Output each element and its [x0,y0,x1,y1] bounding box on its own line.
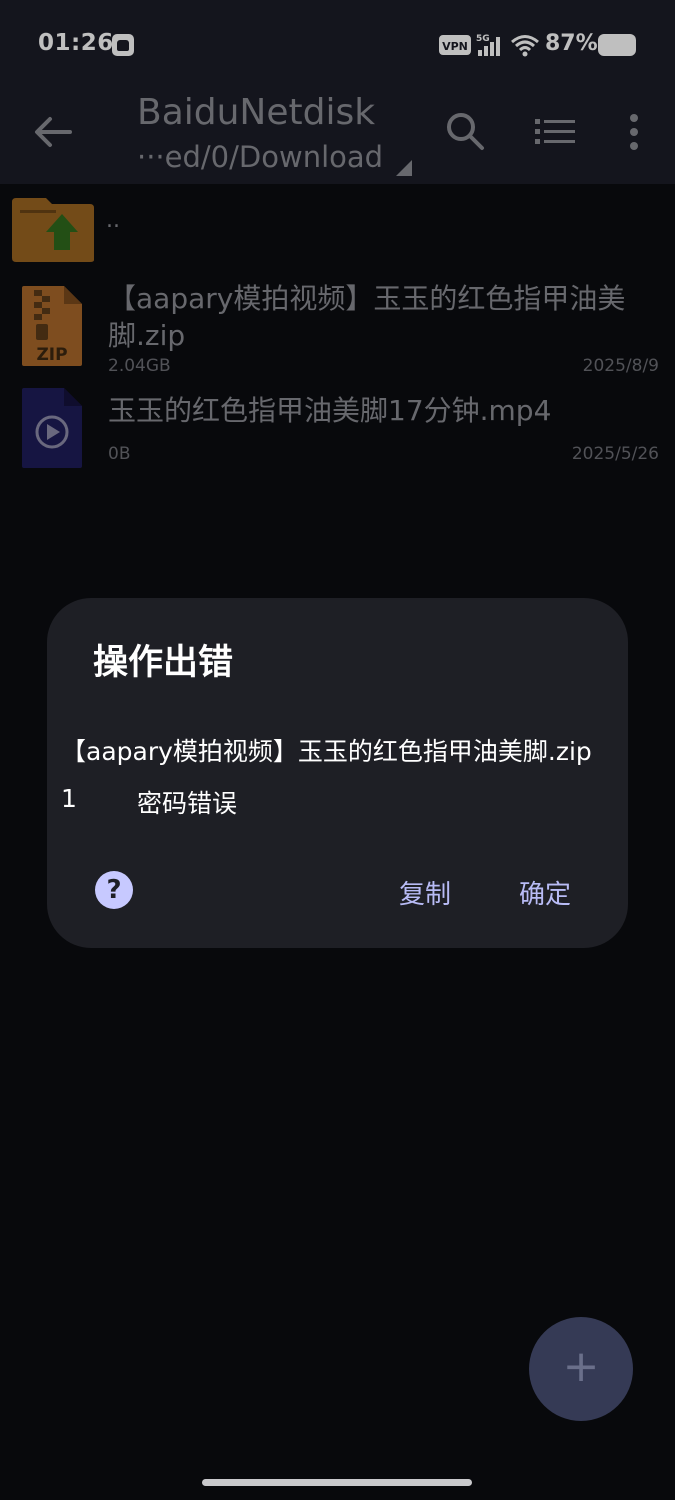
home-indicator[interactable] [202,1479,472,1486]
help-icon[interactable]: ? [95,871,133,909]
dialog-title: 操作出错 [93,643,234,683]
ok-button[interactable]: 确定 [519,874,571,911]
plus-icon: + [562,1341,600,1392]
dialog-message: 【aapary模拍视频】玉玉的红色指甲油美脚.zip [61,737,592,766]
copy-button[interactable]: 复制 [399,874,451,911]
error-text: 密码错误 [137,789,238,818]
error-dialog: 操作出错 【aapary模拍视频】玉玉的红色指甲油美脚.zip 1 密码错误 ?… [47,598,628,948]
add-button[interactable]: + [529,1317,633,1421]
error-code: 1 [61,784,77,813]
